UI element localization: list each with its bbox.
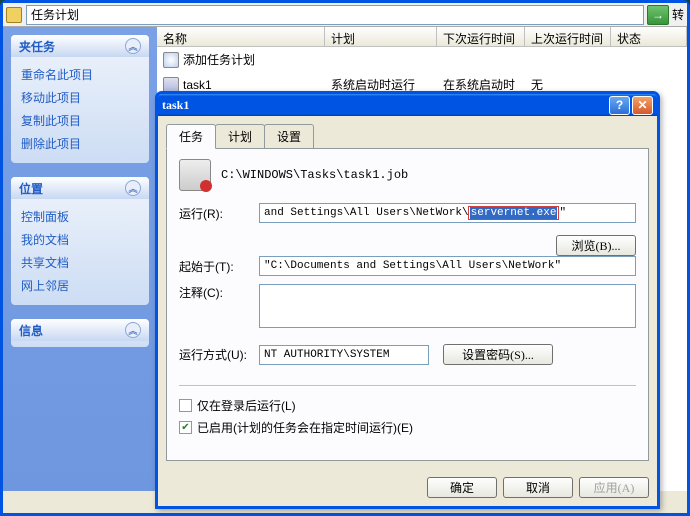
run-suffix: "	[559, 207, 566, 219]
sidebar-item[interactable]: 复制此项目	[21, 109, 139, 132]
dialog-title: task1	[162, 98, 607, 113]
only-logged-on-checkbox[interactable]	[179, 399, 192, 412]
col-schedule[interactable]: 计划	[325, 27, 437, 46]
col-name[interactable]: 名称	[157, 27, 325, 46]
ok-button[interactable]: 确定	[427, 477, 497, 498]
label-start-in: 起始于(T):	[179, 258, 259, 275]
comment-textarea[interactable]	[259, 284, 636, 328]
help-button[interactable]: ?	[609, 96, 630, 115]
cell	[525, 49, 611, 70]
cell	[325, 49, 437, 70]
sidebar-panel-tasks: 夹任务 ︽ 重命名此项目 移动此项目 复制此项目 删除此项目	[11, 35, 149, 163]
col-next-run[interactable]: 下次运行时间	[437, 27, 525, 46]
tab-schedule[interactable]: 计划	[215, 124, 265, 148]
sidebar-item[interactable]: 重命名此项目	[21, 63, 139, 86]
list-row-add[interactable]: 添加任务计划	[157, 47, 687, 72]
set-password-button[interactable]: 设置密码(S)...	[443, 344, 553, 365]
add-task-icon	[163, 52, 179, 68]
dialog-titlebar[interactable]: task1 ? ✕	[158, 94, 657, 116]
address-input[interactable]: 任务计划	[26, 5, 644, 25]
sidebar-item[interactable]: 控制面板	[21, 205, 139, 228]
cell: task1	[183, 78, 212, 92]
apply-button[interactable]: 应用(A)	[579, 477, 649, 498]
close-button[interactable]: ✕	[632, 96, 653, 115]
tab-strip: 任务 计划 设置	[158, 116, 657, 148]
only-logged-on-label: 仅在登录后运行(L)	[197, 397, 296, 414]
job-icon	[179, 159, 211, 191]
cell	[611, 49, 623, 70]
label-run: 运行(R):	[179, 205, 259, 222]
run-input[interactable]: and Settings\All Users\NetWork\servernet…	[259, 203, 636, 223]
sidebar-item[interactable]: 我的文档	[21, 228, 139, 251]
separator	[179, 385, 636, 387]
collapse-icon[interactable]: ︽	[125, 180, 141, 196]
go-button[interactable]: →	[647, 5, 669, 25]
browse-button[interactable]: 浏览(B)...	[556, 235, 636, 256]
cell	[437, 49, 525, 70]
run-as-input[interactable]: NT AUTHORITY\SYSTEM	[259, 345, 429, 365]
sidebar-panel-title: 夹任务	[19, 38, 55, 55]
folder-icon	[6, 7, 22, 23]
sidebar-item[interactable]: 网上邻居	[21, 274, 139, 297]
go-label: 转	[672, 6, 684, 23]
col-status[interactable]: 状态	[611, 27, 687, 46]
only-logged-on-checkbox-row[interactable]: 仅在登录后运行(L)	[179, 397, 636, 414]
enabled-label: 已启用(计划的任务会在指定时间运行)(E)	[197, 419, 413, 436]
task-properties-dialog: task1 ? ✕ 任务 计划 设置 C:\WINDOWS\Tasks\task…	[155, 91, 660, 509]
collapse-icon[interactable]: ︽	[125, 38, 141, 54]
col-last-run[interactable]: 上次运行时间	[525, 27, 611, 46]
label-comment: 注释(C):	[179, 284, 259, 301]
sidebar-panel-places: 位置 ︽ 控制面板 我的文档 共享文档 网上邻居	[11, 177, 149, 305]
job-path: C:\WINDOWS\Tasks\task1.job	[221, 168, 408, 182]
sidebar-panel-title: 位置	[19, 180, 43, 197]
sidebar: 夹任务 ︽ 重命名此项目 移动此项目 复制此项目 删除此项目 位置 ︽ 控制面板…	[3, 27, 157, 491]
sidebar-panel-info: 信息 ︽	[11, 319, 149, 347]
sidebar-item[interactable]: 删除此项目	[21, 132, 139, 155]
start-in-input[interactable]: "C:\Documents and Settings\All Users\Net…	[259, 256, 636, 276]
run-prefix: and Settings\All Users\NetWork\	[264, 207, 469, 219]
enabled-checkbox-row[interactable]: ✔ 已启用(计划的任务会在指定时间运行)(E)	[179, 419, 636, 436]
sidebar-panel-title: 信息	[19, 322, 43, 339]
sidebar-item[interactable]: 移动此项目	[21, 86, 139, 109]
sidebar-item[interactable]: 共享文档	[21, 251, 139, 274]
cell: 添加任务计划	[183, 51, 255, 68]
run-highlight-selected: servernet.exe	[470, 207, 558, 219]
collapse-icon[interactable]: ︽	[125, 322, 141, 338]
tab-panel-task: C:\WINDOWS\Tasks\task1.job 运行(R): and Se…	[166, 148, 649, 461]
address-bar: 任务计划 → 转	[3, 3, 687, 27]
list-header: 名称 计划 下次运行时间 上次运行时间 状态	[157, 27, 687, 47]
enabled-checkbox[interactable]: ✔	[179, 421, 192, 434]
tab-settings[interactable]: 设置	[264, 124, 314, 148]
label-run-as: 运行方式(U):	[179, 346, 259, 363]
tab-task[interactable]: 任务	[166, 124, 216, 149]
cancel-button[interactable]: 取消	[503, 477, 573, 498]
dialog-footer: 确定 取消 应用(A)	[158, 469, 657, 506]
